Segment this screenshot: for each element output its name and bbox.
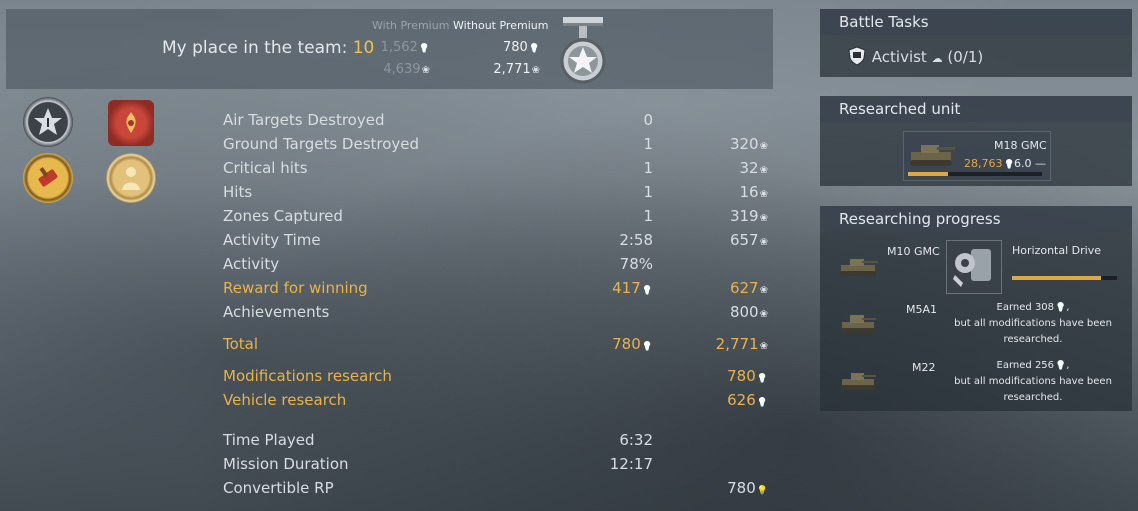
stat-row: Convertible RP 780 <box>223 479 773 501</box>
stat-row-total: Total7802,771 <box>223 335 773 357</box>
with-premium-sl: 4,639 <box>370 62 430 77</box>
without-premium-header: Without Premium <box>453 19 549 32</box>
soldier-icon[interactable] <box>106 153 156 203</box>
ornament-icon[interactable] <box>108 100 154 146</box>
stat-row: Vehicle research 626 <box>223 391 773 413</box>
m10-tank-icon <box>840 259 878 276</box>
stat-row: Zones Captured 1 319 <box>223 207 773 229</box>
research-vehicle-name: M22 <box>912 361 936 374</box>
unit-progress-bar <box>908 172 1042 176</box>
silver-lion-icon <box>759 335 768 353</box>
modification-progress-bar <box>1012 276 1117 280</box>
stat-row: Time Played 6:32 <box>223 431 653 449</box>
silver-lion-icon <box>759 207 768 225</box>
researching-progress-panel: Researching progress M10 GMC Horizontal … <box>820 206 1132 411</box>
rp-icon <box>756 367 768 385</box>
rp-icon <box>1054 302 1066 313</box>
without-premium-sl: 2,771 <box>480 62 540 77</box>
stat-row: Air Targets Destroyed 0 <box>223 111 653 129</box>
stat-row: Critical hits 1 32 <box>223 159 773 181</box>
unit-card[interactable]: M18 GMC 28,763 6.0 — <box>903 131 1051 181</box>
rp-icon <box>1003 157 1015 170</box>
battle-tasks-title: Battle Tasks <box>820 9 1132 35</box>
silver-lion-icon <box>759 231 768 249</box>
earned-message: Earned 256, but all modifications have b… <box>940 358 1126 406</box>
horizontal-drive-icon[interactable] <box>946 240 1002 294</box>
stat-row: Ground Targets Destroyed 1 320 <box>223 135 773 157</box>
medal-icon <box>560 17 606 84</box>
rp-icon <box>528 40 540 55</box>
stat-row: Modifications research 780 <box>223 367 773 389</box>
with-premium-rp: 1,562 <box>370 40 430 55</box>
stat-row: Achievements 800 <box>223 303 773 325</box>
research-vehicle-name: M10 GMC <box>887 245 940 258</box>
silver-lion-icon <box>759 183 768 201</box>
silver-lion-icon <box>759 279 768 297</box>
rank-star-icon[interactable] <box>23 97 73 147</box>
task-progress: (0/1) <box>947 48 984 66</box>
stat-row: Activity 78% <box>223 255 653 273</box>
with-premium-header: With Premium <box>372 19 450 32</box>
team-place-label: My place in the team: <box>162 38 348 58</box>
unit-rp: 28,763 <box>964 157 1015 170</box>
battle-task-item[interactable]: Activist ☁ (0/1) <box>847 46 983 66</box>
modification-name: Horizontal Drive <box>1012 244 1101 257</box>
silver-lion-icon <box>421 62 430 77</box>
stat-row: Activity Time 2:58 657 <box>223 231 773 253</box>
m18-tank-icon <box>910 145 955 166</box>
team-place: My place in the team: 10 <box>162 38 374 58</box>
unit-name: M18 GMC <box>994 139 1047 152</box>
stat-row: Mission Duration 12:17 <box>223 455 653 473</box>
m22-tank-icon <box>841 373 876 390</box>
silver-lion-icon <box>759 135 768 153</box>
silver-lion-icon <box>759 159 768 177</box>
without-premium-rp: 780 <box>480 40 540 55</box>
team-summary-panel: My place in the team: 10 With Premium Wi… <box>6 9 773 89</box>
rp-icon <box>756 391 768 409</box>
researched-unit-title: Researched unit <box>820 96 1132 122</box>
battle-tasks-panel: Battle Tasks Activist ☁ (0/1) <box>820 9 1132 77</box>
rp-icon <box>1054 360 1066 371</box>
researching-progress-title: Researching progress <box>820 206 1132 232</box>
convertible-rp-icon <box>756 479 768 497</box>
unit-br: 6.0 — <box>1014 157 1046 170</box>
rp-icon <box>418 40 430 55</box>
task-shield-icon <box>848 46 866 66</box>
task-name: Activist <box>871 48 927 66</box>
researched-unit-panel: Researched unit M18 GMC 28,763 6.0 — <box>820 96 1132 186</box>
tank-icon: ☁ <box>931 52 943 65</box>
stat-row: Hits 1 16 <box>223 183 773 205</box>
silver-lion-icon <box>531 62 540 77</box>
silver-lion-icon <box>759 303 768 321</box>
research-vehicle-name: M5A1 <box>906 303 938 316</box>
m5a1-tank-icon <box>841 315 876 333</box>
br-dash-icon: — <box>1035 157 1046 170</box>
earned-message: Earned 308, but all modifications have b… <box>940 300 1126 348</box>
stat-row: Reward for winning417627 <box>223 279 773 301</box>
brush-icon[interactable] <box>23 153 73 203</box>
